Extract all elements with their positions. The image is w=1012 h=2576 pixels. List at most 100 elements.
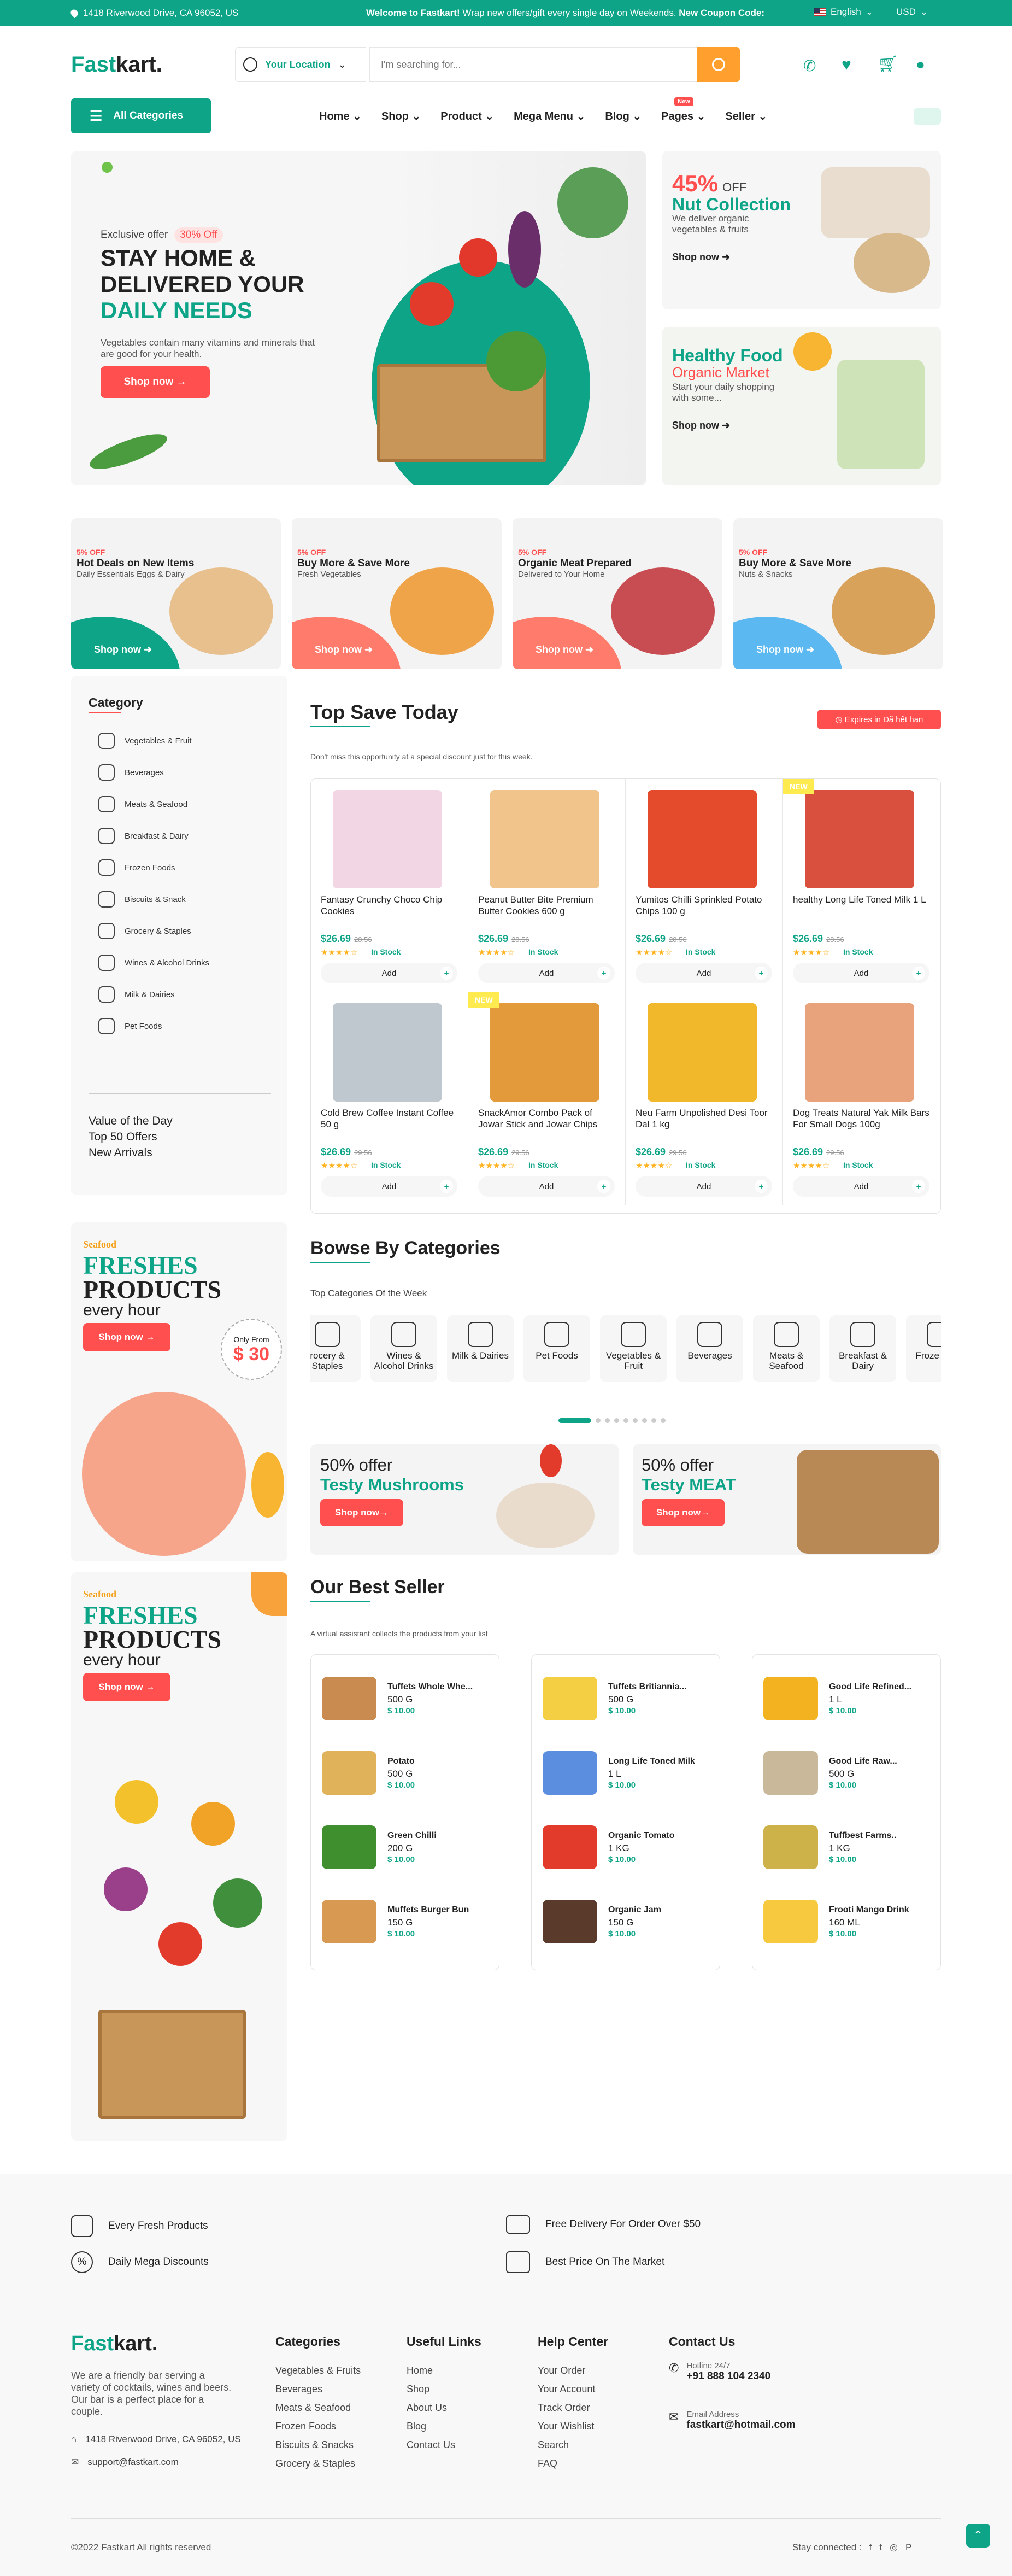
product-card[interactable]: Yumitos Chilli Sprinkled Potato Chips 10… (626, 779, 783, 992)
healthy-shop-now-link[interactable]: Shop now ➜ (672, 420, 730, 431)
product-image[interactable] (805, 1003, 914, 1102)
deal-card[interactable]: 5% OFF Buy More & Save More Nuts & Snacks S… (733, 518, 943, 669)
product-name[interactable]: Dog Treats Natural Yak Milk Bars For Sma… (793, 1107, 929, 1130)
product-image[interactable] (322, 1825, 376, 1869)
twitter-icon[interactable]: t (879, 2542, 882, 2553)
footer-link[interactable]: Home (407, 2361, 481, 2380)
hotline-number[interactable]: +91 888 104 2340 (686, 2370, 770, 2382)
product-image[interactable] (763, 1677, 818, 1720)
currency-select[interactable]: USD ⌄ (896, 7, 928, 17)
product-name[interactable]: Organic Tomato (608, 1831, 675, 1841)
product-name[interactable]: Muffets Burger Bun (387, 1905, 469, 1915)
cart-icon[interactable]: 🛒︎ (878, 55, 898, 74)
promo-shop-now-button[interactable]: Shop now → (83, 1673, 170, 1701)
best-seller-item[interactable]: Tuffets Britiannia... 500 G $ 10.00 (543, 1671, 717, 1737)
product-image[interactable] (543, 1751, 597, 1795)
best-seller-item[interactable]: Tuffbest Farms.. 1 KG $ 10.00 (763, 1820, 938, 1886)
product-image[interactable] (763, 1825, 818, 1869)
carousel-dot[interactable] (642, 1418, 647, 1423)
add-to-cart-button[interactable]: Add + (321, 963, 457, 983)
footer-logo[interactable]: Fastkart. (71, 2332, 157, 2356)
instagram-icon[interactable]: ◎ (890, 2542, 898, 2553)
add-to-cart-button[interactable]: Add + (793, 963, 929, 983)
category-item[interactable]: Vegetables & Fruit (98, 727, 192, 754)
product-image[interactable] (543, 1677, 597, 1720)
carousel-dot[interactable] (651, 1418, 656, 1423)
category-item[interactable]: Frozen Foods (98, 854, 175, 881)
nav-product[interactable]: Product ⌄ (440, 109, 494, 123)
category-tile[interactable]: Froze Food (906, 1315, 941, 1382)
link-value-of-day[interactable]: Value of the Day (89, 1113, 173, 1129)
deal-shop-now-link[interactable]: Shop now ➜ (94, 644, 152, 655)
pinterest-icon[interactable]: P (905, 2542, 911, 2553)
category-item[interactable]: Biscuits & Snack (98, 886, 186, 913)
product-card[interactable]: Cold Brew Coffee Instant Coffee 50 g $26.… (311, 992, 468, 1205)
footer-link[interactable]: Shop (407, 2380, 481, 2398)
category-tile[interactable]: Milk & Dairies (447, 1315, 514, 1382)
footer-link[interactable]: Track Order (538, 2398, 608, 2417)
product-card[interactable]: NEW SnackAmor Combo Pack of Jowar Stick a… (468, 992, 626, 1205)
plus-icon[interactable]: + (755, 967, 768, 980)
best-seller-item[interactable]: Organic Jam 150 G $ 10.00 (543, 1894, 717, 1960)
plus-icon[interactable]: + (597, 967, 610, 980)
product-image[interactable] (805, 790, 914, 888)
product-name[interactable]: Long Life Toned Milk (608, 1757, 695, 1766)
product-name[interactable]: Yumitos Chilli Sprinkled Potato Chips 10… (636, 894, 772, 917)
footer-link[interactable]: About Us (407, 2398, 481, 2417)
add-to-cart-button[interactable]: Add + (478, 1176, 615, 1197)
category-item[interactable]: Meats & Seafood (98, 791, 187, 818)
category-tile[interactable]: Beverages (676, 1315, 743, 1382)
category-item[interactable]: Grocery & Staples (98, 917, 191, 945)
best-seller-item[interactable]: Potato 500 G $ 10.00 (322, 1746, 497, 1811)
product-name[interactable]: Organic Jam (608, 1905, 661, 1915)
product-image[interactable] (543, 1900, 597, 1943)
category-item[interactable]: Pet Foods (98, 1012, 162, 1040)
search-button[interactable] (697, 47, 740, 82)
deal-button[interactable] (914, 108, 941, 125)
product-image[interactable] (322, 1900, 376, 1943)
product-name[interactable]: Peanut Butter Bite Premium Butter Cookie… (478, 894, 615, 917)
back-to-top-button[interactable]: ⌃ (966, 2524, 990, 2548)
product-name[interactable]: Fantasy Crunchy Choco Chip Cookies (321, 894, 457, 917)
best-seller-item[interactable]: Long Life Toned Milk 1 L $ 10.00 (543, 1746, 717, 1811)
offer-shop-now-button[interactable]: Shop now → (320, 1499, 403, 1526)
product-name[interactable]: Green Chilli (387, 1831, 437, 1841)
product-name[interactable]: healthy Long Life Toned Milk 1 L (793, 894, 929, 905)
best-seller-item[interactable]: Tuffets Whole Whe... 500 G $ 10.00 (322, 1671, 497, 1737)
language-select[interactable]: English ⌄ (814, 7, 873, 17)
category-tile[interactable]: Vegetables & Fruit (600, 1315, 667, 1382)
link-new-arrivals[interactable]: New Arrivals (89, 1145, 173, 1161)
product-image[interactable] (322, 1677, 376, 1720)
add-to-cart-button[interactable]: Add + (321, 1176, 457, 1197)
nav-pages[interactable]: Pages ⌄ New (661, 97, 705, 123)
footer-link[interactable]: Blog (407, 2417, 481, 2436)
nav-shop[interactable]: Shop ⌄ (381, 109, 421, 123)
carousel-dot[interactable] (661, 1418, 666, 1423)
plus-icon[interactable]: + (597, 1180, 610, 1193)
product-image[interactable] (763, 1900, 818, 1943)
category-tile[interactable]: rocery & Staples (310, 1315, 361, 1382)
category-tile[interactable]: Breakfast & Dairy (829, 1315, 896, 1382)
nav-seller[interactable]: Seller ⌄ (725, 109, 767, 123)
contact-email[interactable]: fastkart@hotmail.com (686, 2419, 795, 2431)
deal-shop-now-link[interactable]: Shop now ➜ (536, 644, 593, 655)
product-image[interactable] (333, 1003, 442, 1102)
heart-icon[interactable]: ♥ (842, 56, 851, 74)
location-selector[interactable]: Your Location ⌄ (235, 47, 366, 82)
footer-link[interactable]: Vegetables & Fruits (275, 2361, 361, 2380)
nav-mega-menu[interactable]: Mega Menu ⌄ (514, 109, 585, 123)
plus-icon[interactable]: + (440, 967, 453, 980)
product-image[interactable] (763, 1751, 818, 1795)
deal-card[interactable]: 5% OFF Hot Deals on New Items Daily Essent… (71, 518, 281, 669)
deal-shop-now-link[interactable]: Shop now ➜ (756, 644, 814, 655)
product-name[interactable]: Good Life Raw... (829, 1757, 897, 1766)
product-image[interactable] (648, 1003, 757, 1102)
footer-link[interactable]: Frozen Foods (275, 2417, 361, 2436)
add-to-cart-button[interactable]: Add + (793, 1176, 929, 1197)
best-seller-item[interactable]: Frooti Mango Drink 160 ML $ 10.00 (763, 1894, 938, 1960)
promo-shop-now-button[interactable]: Shop now → (83, 1323, 170, 1351)
carousel-dot[interactable] (614, 1418, 619, 1423)
product-image[interactable] (490, 1003, 599, 1102)
carousel-dot[interactable] (633, 1418, 638, 1423)
footer-link[interactable]: Your Account (538, 2380, 608, 2398)
